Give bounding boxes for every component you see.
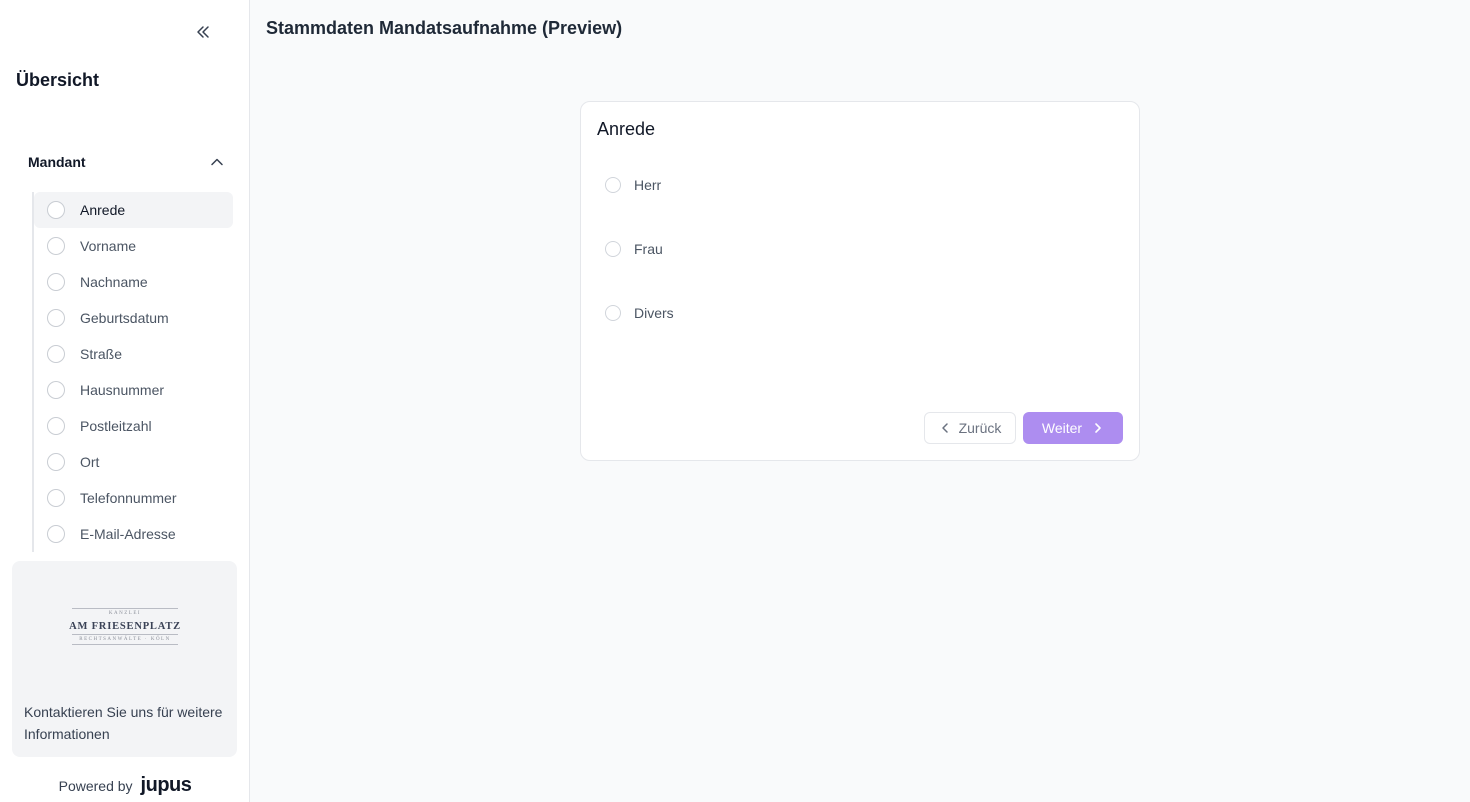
logo-divider [72, 633, 178, 635]
contact-card: KANZLEI AM FRIESENPLATZ RECHTSANWÄLTE · … [12, 561, 237, 757]
step-label: Nachname [80, 274, 148, 290]
step-status-icon [47, 309, 65, 327]
step-label: Anrede [80, 202, 126, 218]
option-divers[interactable]: Divers [605, 303, 674, 323]
step-status-icon [47, 237, 65, 255]
radio-button[interactable] [605, 241, 621, 257]
step-label: Hausnummer [80, 382, 165, 398]
step-status-icon [47, 273, 65, 291]
step-item-strasse[interactable]: Straße [34, 336, 233, 372]
step-status-icon [47, 345, 65, 363]
step-label: Ort [80, 454, 100, 470]
radio-button[interactable] [605, 177, 621, 193]
page-title: Stammdaten Mandatsaufnahme (Preview) [266, 18, 623, 38]
firm-logo: KANZLEI AM FRIESENPLATZ RECHTSANWÄLTE · … [69, 599, 181, 653]
step-status-icon [47, 381, 65, 399]
step-item-telefonnummer[interactable]: Telefonnummer [34, 480, 233, 516]
contact-text: Kontaktieren Sie uns für weitere Informa… [24, 704, 223, 742]
step-item-hausnummer[interactable]: Hausnummer [34, 372, 233, 408]
back-button[interactable]: Zurück [924, 412, 1016, 444]
step-label: Geburtsdatum [80, 310, 169, 326]
step-item-vorname[interactable]: Vorname [34, 228, 233, 264]
step-label: Telefonnummer [80, 490, 177, 506]
back-button-label: Zurück [958, 420, 1002, 436]
step-list: Anrede Vorname Nachname Geburtsdatum Str… [32, 192, 233, 552]
option-frau[interactable]: Frau [605, 239, 663, 259]
option-label: Frau [634, 241, 663, 257]
logo-divider [72, 643, 178, 645]
step-item-postleitzahl[interactable]: Postleitzahl [34, 408, 233, 444]
question-title: Anrede [597, 119, 656, 139]
overview-title: Übersicht [16, 70, 100, 90]
collapse-sidebar-button[interactable] [188, 18, 218, 46]
section-label: Mandant [28, 154, 86, 170]
step-item-email[interactable]: E-Mail-Adresse [34, 516, 233, 552]
step-item-ort[interactable]: Ort [34, 444, 233, 480]
logo-top-text: KANZLEI [108, 610, 142, 616]
logo-main-text: AM FRIESENPLATZ [69, 620, 181, 632]
logo-bottom-text: RECHTSANWÄLTE · KÖLN [79, 636, 171, 642]
step-item-nachname[interactable]: Nachname [34, 264, 233, 300]
logo-divider [72, 607, 178, 609]
step-label: E-Mail-Adresse [80, 526, 176, 542]
step-item-anrede[interactable]: Anrede [34, 192, 233, 228]
step-status-icon [47, 489, 65, 507]
step-label: Postleitzahl [80, 418, 152, 434]
option-label: Divers [634, 305, 674, 321]
step-label: Straße [80, 346, 123, 362]
step-status-icon [47, 201, 65, 219]
step-status-icon [47, 453, 65, 471]
next-button-label: Weiter [1041, 420, 1083, 436]
double-chevron-left-icon [197, 26, 209, 38]
chevron-up-icon [211, 158, 223, 166]
section-mandant-toggle[interactable]: Mandant [28, 150, 224, 174]
step-label: Vorname [80, 238, 137, 254]
option-label: Herr [634, 177, 662, 193]
question-card: Anrede Herr Frau Divers Zurück Weiter [580, 101, 1140, 461]
chevron-left-icon [941, 423, 948, 433]
step-status-icon [47, 417, 65, 435]
chevron-right-icon [1095, 423, 1101, 433]
radio-button[interactable] [605, 305, 621, 321]
brand-logo[interactable]: jupus [141, 774, 192, 797]
option-herr[interactable]: Herr [605, 175, 661, 195]
next-button[interactable]: Weiter [1023, 412, 1123, 444]
powered-by: Powered by jupus [0, 774, 250, 797]
sidebar: Übersicht Mandant Anrede Vorname Nachnam… [0, 0, 250, 802]
step-item-geburtsdatum[interactable]: Geburtsdatum [34, 300, 233, 336]
step-status-icon [47, 525, 65, 543]
powered-by-label: Powered by [58, 777, 133, 794]
